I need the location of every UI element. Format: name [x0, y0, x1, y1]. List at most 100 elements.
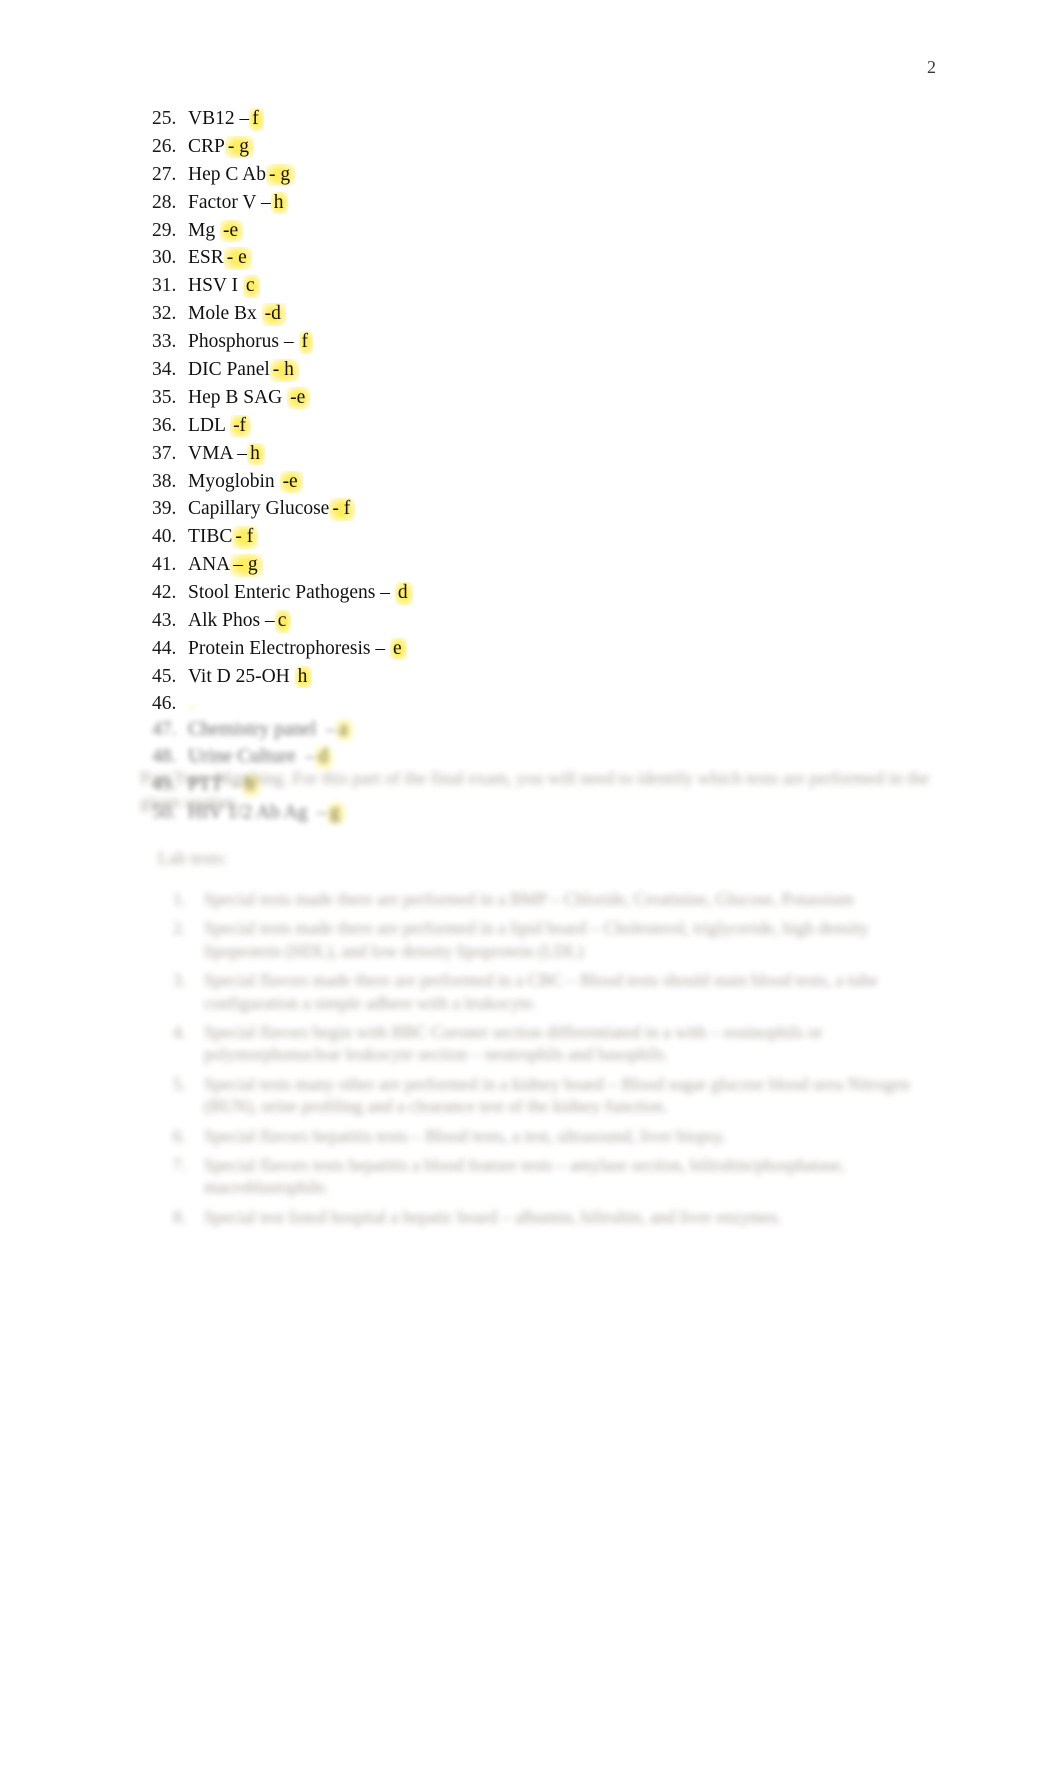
list-item: 44. Protein Electrophoresis – e	[152, 637, 892, 661]
list-item-text: Special tests made there are performed i…	[204, 918, 869, 961]
list-item-text: ANA	[188, 554, 231, 576]
list-item-text: Protein Electrophoresis –	[188, 637, 390, 659]
list-item-number: 26.	[152, 135, 177, 157]
list-item-number: 37.	[152, 442, 177, 464]
list-item-text: Phosphorus –	[188, 331, 299, 353]
list-item-answer	[188, 705, 196, 709]
list-item: 36. LDL -f	[152, 414, 892, 438]
list-item: 35. Hep B SAG -e	[152, 386, 892, 410]
list-item-text: CRP	[188, 135, 225, 157]
list-item-text: DIC Panel	[188, 359, 270, 381]
list-item-text: Stool Enteric Pathogens –	[188, 582, 395, 604]
list-item-text: Special test listed hospital a hepatic b…	[204, 1206, 782, 1227]
list-item-text: Hep B SAG	[188, 386, 288, 408]
section-subheading: Lab tests:	[158, 848, 228, 868]
list-item: 42. Stool Enteric Pathogens – d	[152, 582, 892, 605]
list-item-number: 34.	[152, 359, 177, 381]
list-item-number: 1.	[172, 889, 186, 909]
list-item-answer: f	[298, 331, 314, 354]
list-item-number: 29.	[152, 219, 177, 241]
list-item-answer: - f	[232, 526, 259, 549]
list-item-text: Special flavors hepatitis tests – Blood …	[204, 1125, 727, 1146]
list-item: 7. Special flavors tests hepatitis a blo…	[150, 1154, 940, 1199]
list-item-text: Mg	[188, 219, 220, 241]
list-item-number: 2.	[172, 918, 186, 939]
list-item-answer: - e	[223, 247, 252, 270]
list-item-text: VMA –	[188, 442, 248, 464]
matching-list: 1. Special tests made there are performe…	[150, 888, 940, 1235]
page-number: 2	[927, 57, 936, 77]
list-item-answer: a	[335, 718, 353, 742]
list-item: 43. Alk Phos – c	[152, 610, 892, 633]
list-item-number: 33.	[152, 331, 177, 353]
list-item-number: 44.	[152, 637, 177, 659]
list-item-answer: h	[247, 442, 265, 466]
list-item-answer: - g	[224, 135, 254, 159]
list-item-text: Special tests made there are performed i…	[204, 889, 854, 909]
list-item-text: TIBC	[188, 526, 233, 548]
list-item-text: Mole Bx	[188, 303, 262, 325]
list-item-answer: – g	[230, 554, 263, 577]
list-item-answer: -e	[219, 219, 244, 243]
list-item-number: 43.	[152, 610, 177, 632]
list-item-number: 46.	[152, 692, 177, 714]
list-item-text: LDL	[188, 414, 231, 436]
list-item: 25. VB12 – f	[152, 108, 892, 131]
list-item: 1. Special tests made there are performe…	[150, 888, 940, 910]
list-item: 40. TIBC - f	[152, 526, 892, 549]
instructions-text: Part Two: Matching. For this part of the…	[140, 768, 930, 813]
list-item: 39. Capillary Glucose - f	[152, 498, 892, 521]
list-item: 29. Mg -e	[152, 219, 892, 243]
list-item-text: Alk Phos –	[188, 610, 275, 632]
list-item: 5. Special tests many other are performe…	[150, 1073, 940, 1118]
list-item-answer: e	[390, 637, 407, 661]
list-item-number: 6.	[172, 1125, 186, 1146]
list-item-text: Special flavors made there are performed…	[204, 970, 878, 1013]
list-item: 45. Vit D 25-OH h	[152, 665, 892, 689]
list-item-number: 47.	[152, 718, 177, 740]
list-item-number: 48.	[152, 746, 177, 768]
list-item-number: 31.	[152, 275, 177, 297]
list-item-answer: -e	[287, 386, 311, 410]
list-item: 6. Special flavors hepatitis tests – Blo…	[150, 1125, 940, 1147]
list-item-number: 32.	[152, 303, 177, 325]
list-item-text: Factor V –	[188, 191, 271, 213]
list-item: 46.	[152, 694, 892, 714]
list-item-text: Special tests many other are performed i…	[204, 1073, 910, 1117]
list-item: 41. ANA – g	[152, 554, 892, 577]
list-item: 32. Mole Bx -d	[152, 303, 892, 326]
list-item-text: VB12 –	[188, 108, 250, 129]
list-item-text: Hep C Ab	[188, 163, 266, 185]
list-item-answer: - h	[269, 359, 299, 382]
list-item-number: 5.	[172, 1073, 186, 1094]
list-item-number: 38.	[152, 470, 177, 492]
list-item-text: Vit D 25-OH	[188, 665, 295, 687]
list-item: 27. Hep C Ab - g	[152, 163, 892, 187]
list-item-text: HSV I	[188, 275, 243, 297]
list-item: 33. Phosphorus – f	[152, 331, 892, 354]
list-item: 2. Special tests made there are performe…	[150, 917, 940, 962]
list-item: 28. Factor V – h	[152, 191, 892, 215]
instructions-paragraph: Part Two: Matching. For this part of the…	[140, 766, 940, 829]
list-item: 3. Special flavors made there are perfor…	[150, 969, 940, 1014]
list-item-text: Capillary Glucose	[188, 498, 330, 520]
list-item-number: 42.	[152, 582, 177, 604]
list-item-number: 28.	[152, 191, 177, 213]
list-item: 30. ESR - e	[152, 247, 892, 270]
list-item-answer: d	[394, 582, 413, 605]
list-item-number: 27.	[152, 163, 177, 185]
list-item-answer: -f	[230, 414, 252, 438]
list-item-text: Special flavors tests hepatitis a blood …	[204, 1154, 846, 1198]
list-item: 8. Special test listed hospital a hepati…	[150, 1206, 940, 1228]
list-item-number: 45.	[152, 665, 177, 687]
list-item: 37. VMA – h	[152, 442, 892, 466]
answers-list: 25. VB12 – f 26. CRP - g 27. Hep C Ab - …	[152, 108, 892, 830]
list-item: 26. CRP - g	[152, 135, 892, 159]
list-item-number: 35.	[152, 386, 177, 408]
list-item-number: 30.	[152, 247, 177, 269]
list-item-answer: -d	[261, 303, 286, 326]
list-item-text: Special flavors begin with BBC Coroner s…	[204, 1021, 823, 1065]
list-item-answer: -e	[279, 470, 303, 494]
list-item-answer: h	[294, 665, 313, 689]
list-item-number: 7.	[172, 1154, 186, 1175]
